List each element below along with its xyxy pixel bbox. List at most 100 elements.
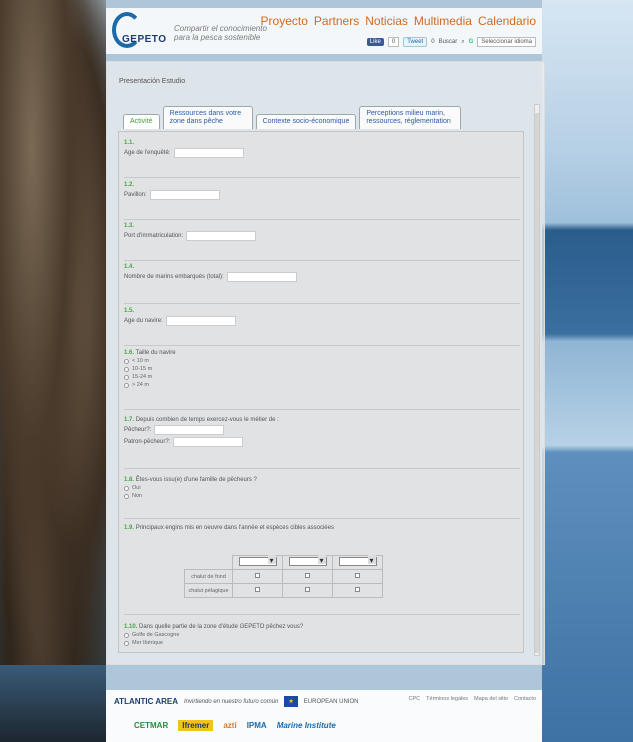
question-number: 1.5.: [124, 308, 135, 314]
marine-institute-logo[interactable]: Marine Institute: [277, 721, 336, 730]
tweet-button[interactable]: Tweet: [403, 37, 428, 47]
question-number: 1.7.: [124, 417, 135, 423]
question-1-6: 1.6. Taille du navire < 10 m 10-15 m 15-…: [124, 350, 520, 410]
search-link[interactable]: Buscar: [439, 39, 458, 45]
question-label: Port d'immatriculation:: [124, 233, 184, 239]
nav-partners[interactable]: Partners: [314, 14, 359, 28]
table-cell: [332, 569, 383, 584]
radio-label: > 24 m: [132, 382, 149, 388]
question-number: 1.3.: [124, 223, 135, 229]
radio-button[interactable]: [124, 640, 129, 646]
ifremer-logo[interactable]: Ifremer: [178, 720, 214, 731]
table-cell: [332, 583, 383, 598]
question-1-9: 1.9. Principaux engins mis en oeuvre dan…: [124, 525, 520, 615]
radio-button[interactable]: [124, 485, 129, 491]
radio-option[interactable]: Mer Ibérique: [124, 640, 520, 646]
nav-noticias[interactable]: Noticias: [365, 14, 408, 28]
question-label: Depuis combien de temps exercez-vous le …: [135, 417, 279, 423]
engin-select-3[interactable]: [338, 555, 377, 566]
nav-calendario[interactable]: Calendario: [478, 14, 536, 28]
radio-option[interactable]: Oui: [124, 485, 520, 491]
question-1-5: 1.5. Age du navire:: [124, 308, 520, 346]
nav-proyecto[interactable]: Proyecto: [261, 14, 308, 28]
footer-link-terminos[interactable]: Términos legales: [426, 696, 468, 702]
question-label: Pavillon:: [124, 192, 147, 198]
gepeto-logo[interactable]: GEPETO: [110, 12, 170, 48]
form-tabs: Activité Ressources dans votre zone dans…: [123, 106, 462, 129]
table-cell: [232, 569, 283, 584]
radio-option[interactable]: 15-24 m: [124, 374, 520, 380]
checkbox[interactable]: [305, 587, 310, 592]
engin-select-1[interactable]: [238, 555, 277, 566]
age-enquete-input[interactable]: [173, 148, 244, 158]
row-label: chalut pélagique: [184, 583, 233, 598]
nombre-marins-input[interactable]: [226, 272, 297, 282]
atlantic-area-logo: ATLANTIC AREA: [114, 697, 178, 706]
checkbox[interactable]: [305, 573, 310, 578]
engin-select-2[interactable]: [288, 555, 327, 566]
question-1-7: 1.7. Depuis combien de temps exercez-vou…: [124, 417, 520, 469]
checkbox[interactable]: [355, 587, 360, 592]
radio-button[interactable]: [124, 632, 129, 638]
search-icon[interactable]: ⌕: [461, 39, 464, 46]
main-nav: Proyecto Partners Noticias Multimedia Ca…: [261, 14, 536, 28]
tagline: Compartir el conocimiento para la pesca …: [174, 24, 267, 42]
radio-button[interactable]: [124, 374, 129, 380]
language-select[interactable]: Seleccionar idioma: [477, 37, 536, 47]
background-sea-left: [0, 665, 106, 742]
question-number: 1.6.: [124, 350, 135, 356]
tagline-line1: Compartir el conocimiento: [174, 24, 267, 33]
tab-ressources[interactable]: Ressources dans votre zone dans pêche: [162, 106, 253, 129]
table-corner: [185, 556, 233, 570]
radio-label: 15-24 m: [132, 374, 153, 380]
background-sea-right: [542, 0, 633, 742]
azti-logo[interactable]: azti: [223, 721, 236, 730]
tab-contexte[interactable]: Contexte socio-économique: [255, 114, 357, 129]
eu-flag-icon: ★: [284, 696, 298, 707]
cetmar-logo[interactable]: CETMAR: [134, 721, 168, 730]
checkbox[interactable]: [355, 573, 360, 578]
nav-multimedia[interactable]: Multimedia: [414, 14, 472, 28]
eu-label: EUROPEAN UNION: [303, 698, 359, 705]
ipma-logo[interactable]: IPMA: [247, 721, 267, 730]
checkbox[interactable]: [255, 587, 260, 592]
table-header-cell: [332, 555, 383, 570]
age-navire-input[interactable]: [165, 316, 236, 326]
question-label: Age du navire:: [124, 318, 163, 324]
radio-option[interactable]: < 10 m: [124, 358, 520, 364]
tab-activite[interactable]: Activité: [123, 114, 160, 129]
tab-perceptions[interactable]: Perceptions milieu marin, ressources, ré…: [359, 106, 462, 129]
facebook-like-button[interactable]: Like: [366, 38, 384, 46]
patron-pecheur-input[interactable]: [173, 437, 244, 447]
radio-label: 10-15 m: [132, 366, 153, 372]
question-label: Êtes-vous issu(e) d'une famille de pêche…: [135, 477, 257, 483]
partner-logos: CETMAR Ifremer azti IPMA Marine Institut…: [134, 720, 336, 731]
radio-option[interactable]: Golfe de Gascogne: [124, 632, 520, 638]
checkbox[interactable]: [255, 573, 260, 578]
radio-button[interactable]: [124, 493, 129, 499]
pecheur-input[interactable]: [154, 425, 225, 435]
port-input[interactable]: [186, 231, 257, 241]
patron-pecheur-label: Patron-pêcheur?:: [124, 439, 171, 445]
question-1-3: 1.3. Port d'immatriculation:: [124, 223, 520, 261]
site-header: GEPETO Compartir el conocimiento para la…: [106, 8, 542, 54]
scrollbar-thumb[interactable]: [535, 113, 539, 653]
radio-label: Mer Ibérique: [132, 640, 163, 646]
pavillon-input[interactable]: [149, 190, 220, 200]
row-label: chalut de fond: [184, 569, 233, 584]
table-cell: [282, 569, 333, 584]
google-translate-icon: G: [468, 39, 474, 45]
footer-link-contacto[interactable]: Contacto: [514, 696, 536, 702]
radio-button[interactable]: [124, 358, 129, 364]
footer-link-cpc[interactable]: CPC: [409, 696, 421, 702]
radio-button[interactable]: [124, 382, 129, 388]
radio-option[interactable]: > 24 m: [124, 382, 520, 388]
radio-option[interactable]: 10-15 m: [124, 366, 520, 372]
footer-link-mapa[interactable]: Mapa del sitio: [474, 696, 508, 702]
question-label: Age de l'enquêté:: [124, 150, 171, 156]
form-scrollbar[interactable]: [534, 104, 540, 656]
footer-funding-row: ATLANTIC AREA Invirtiendo en nuestro fut…: [114, 696, 358, 707]
radio-option[interactable]: Non: [124, 493, 520, 499]
questionnaire-form: 1.1. Age de l'enquêté: 1.2. Pavillon: 1.…: [118, 131, 524, 653]
radio-button[interactable]: [124, 366, 129, 372]
